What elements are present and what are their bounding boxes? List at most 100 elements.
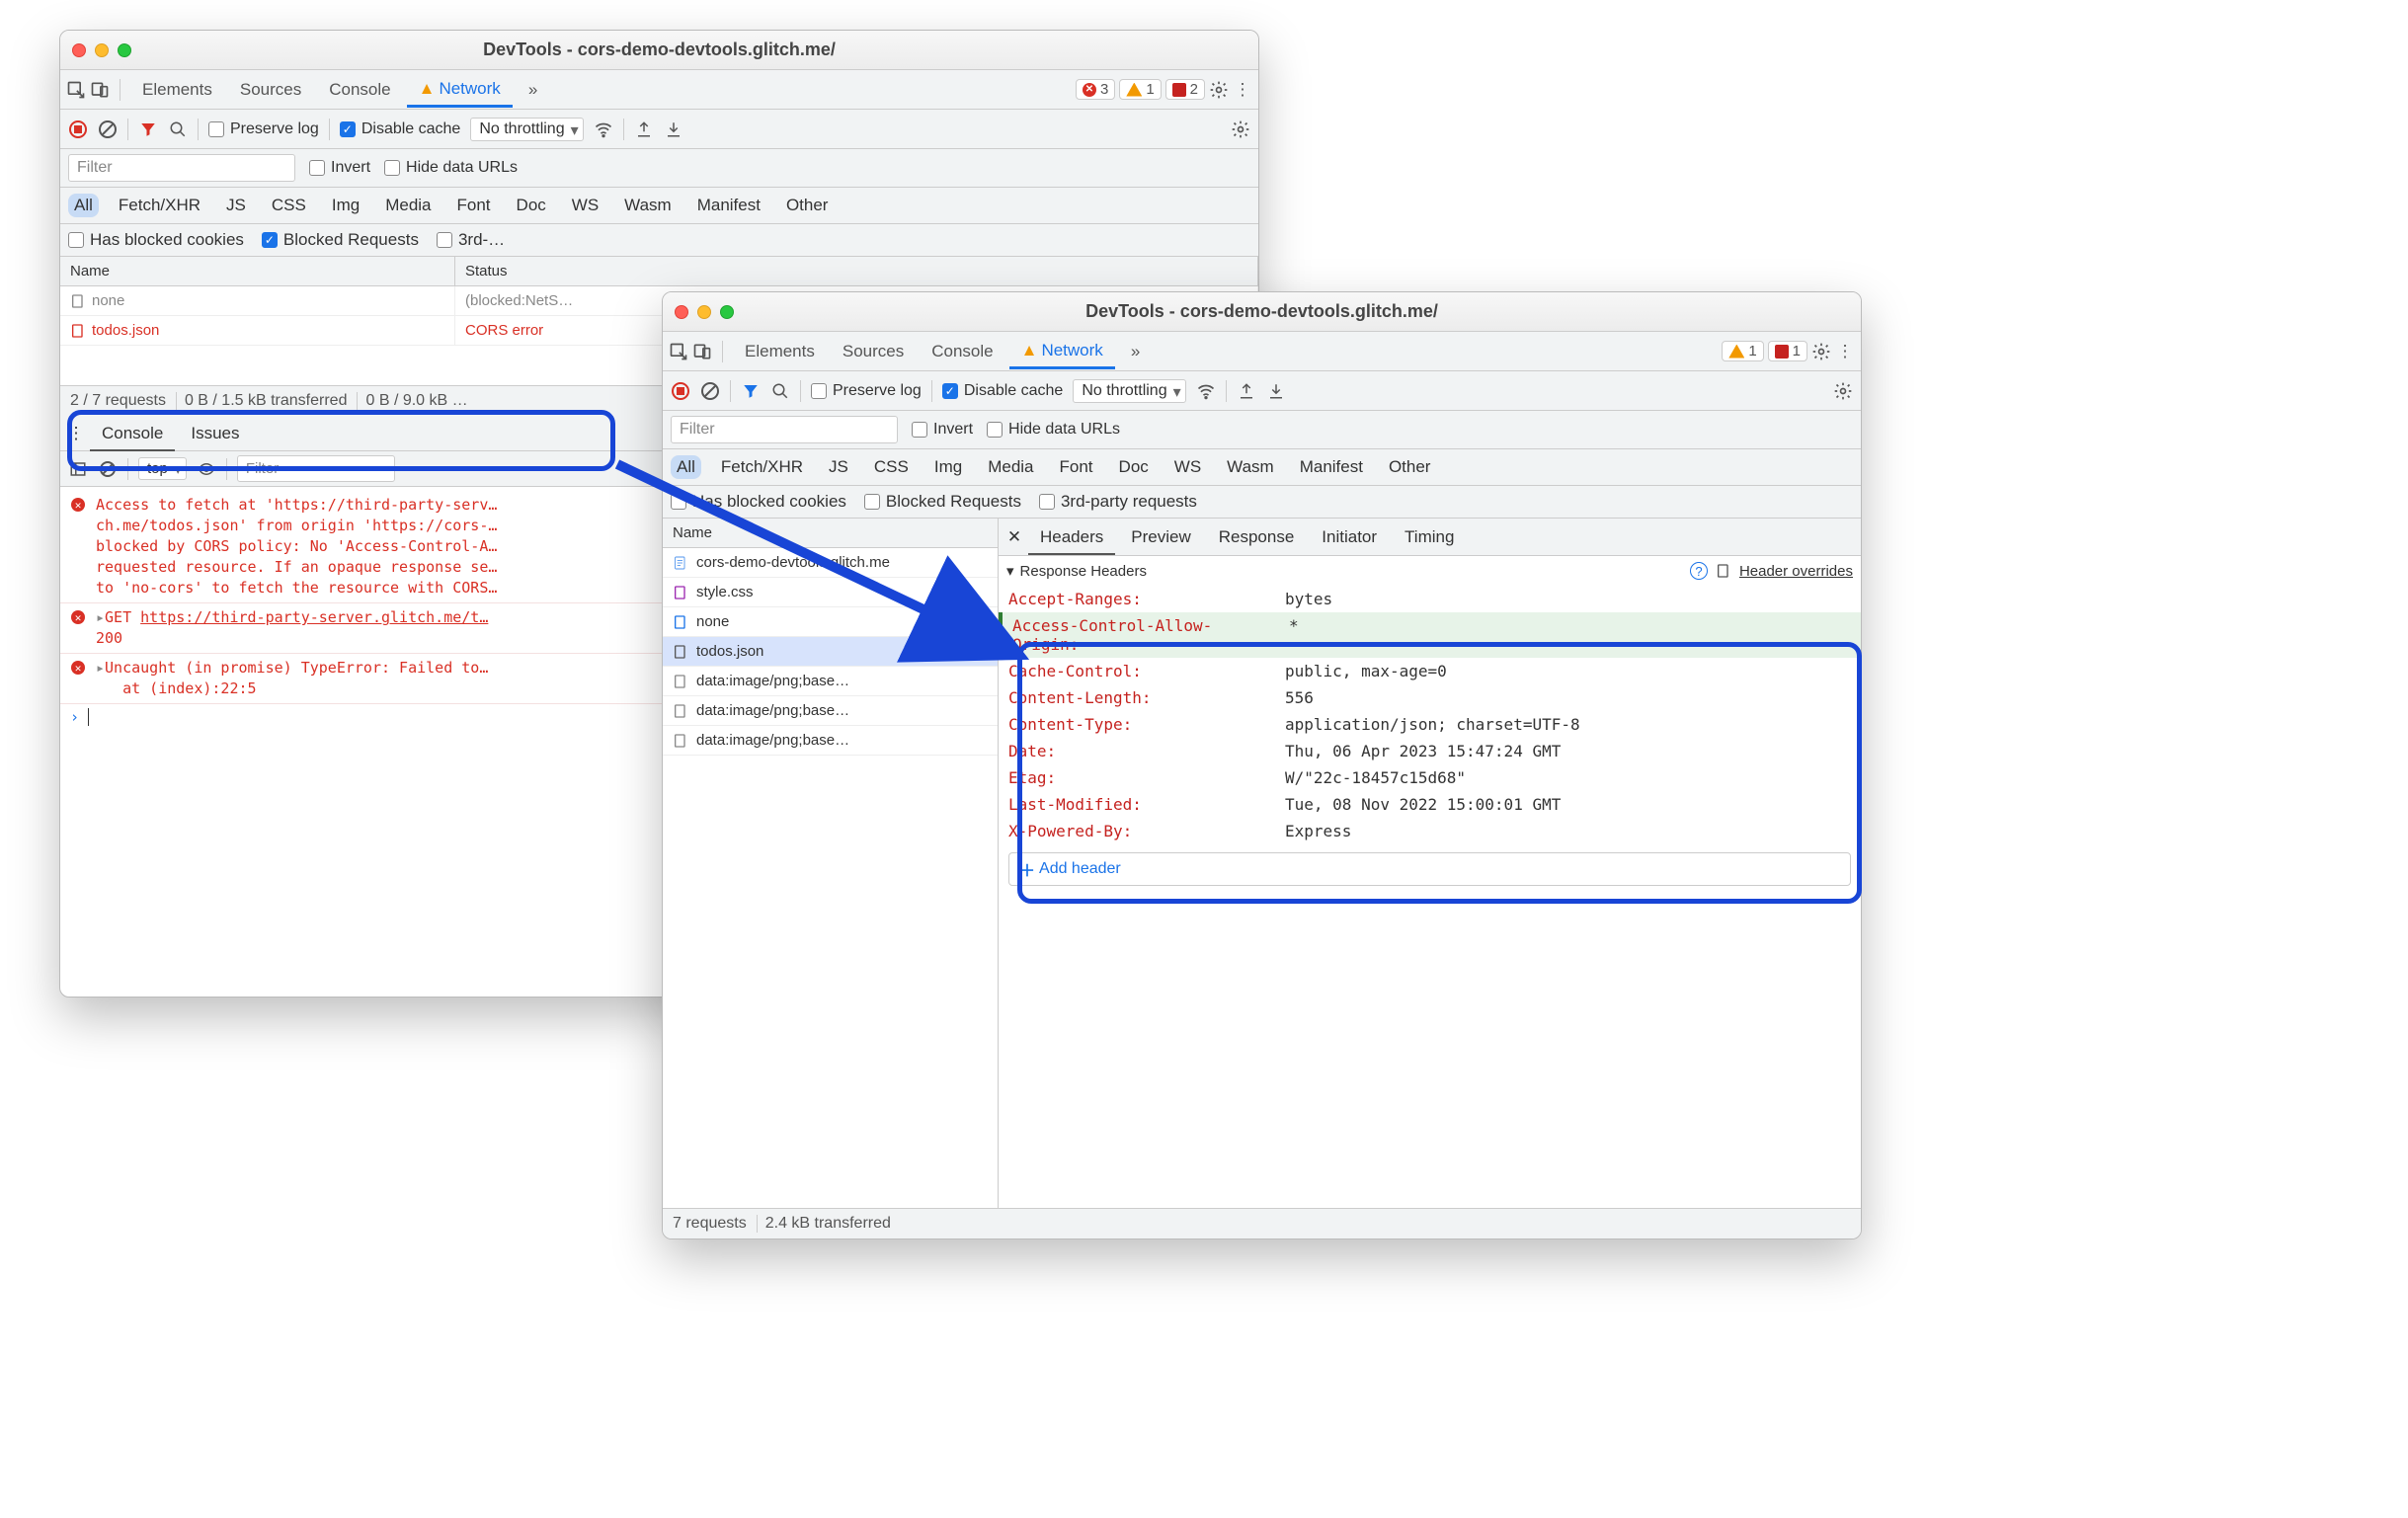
type-media[interactable]: Media: [982, 455, 1039, 479]
type-all[interactable]: All: [671, 455, 701, 479]
close-icon[interactable]: ✕: [1004, 527, 1024, 547]
tab-issues-drawer[interactable]: Issues: [179, 416, 251, 451]
close-icon[interactable]: [72, 43, 86, 57]
type-manifest[interactable]: Manifest: [1294, 455, 1369, 479]
tab-console[interactable]: Console: [920, 334, 1004, 369]
tab-headers[interactable]: Headers: [1028, 519, 1115, 555]
tab-preview[interactable]: Preview: [1119, 519, 1202, 555]
type-css[interactable]: CSS: [266, 194, 312, 217]
throttling-select[interactable]: No throttling: [470, 118, 583, 141]
header-overrides-link[interactable]: Header overrides: [1739, 563, 1853, 580]
type-img[interactable]: Img: [928, 455, 968, 479]
issues-badge[interactable]: 1: [1768, 341, 1807, 361]
inspect-icon[interactable]: [669, 342, 688, 361]
type-css[interactable]: CSS: [868, 455, 915, 479]
tab-elements[interactable]: Elements: [130, 72, 224, 108]
gear-icon[interactable]: [1833, 381, 1853, 401]
minimize-icon[interactable]: [95, 43, 109, 57]
gear-icon[interactable]: [1209, 80, 1229, 100]
device-icon[interactable]: [90, 80, 110, 100]
hide-data-urls-checkbox[interactable]: Hide data URLs: [384, 159, 518, 177]
search-icon[interactable]: [168, 120, 188, 139]
tab-console[interactable]: Console: [317, 72, 402, 108]
col-name[interactable]: Name: [663, 519, 998, 548]
filter-input[interactable]: Filter: [68, 154, 295, 182]
tab-timing[interactable]: Timing: [1393, 519, 1466, 555]
sidebar-icon[interactable]: [68, 459, 88, 479]
type-doc[interactable]: Doc: [511, 194, 552, 217]
type-ws[interactable]: WS: [1168, 455, 1207, 479]
preserve-log-checkbox[interactable]: Preserve log: [811, 382, 922, 400]
titlebar[interactable]: DevTools - cors-demo-devtools.glitch.me/: [663, 292, 1861, 332]
tab-sources[interactable]: Sources: [228, 72, 313, 108]
filter-input[interactable]: Filter: [671, 416, 898, 443]
wifi-icon[interactable]: [1196, 381, 1216, 401]
error-badge[interactable]: ✕3: [1076, 79, 1115, 100]
request-row[interactable]: data:image/png;base…: [663, 726, 998, 756]
tabs-more-icon[interactable]: »: [517, 72, 549, 108]
help-icon[interactable]: ?: [1690, 562, 1708, 580]
disable-cache-checkbox[interactable]: Disable cache: [340, 120, 461, 138]
type-doc[interactable]: Doc: [1113, 455, 1155, 479]
console-filter-input[interactable]: Filter: [237, 455, 395, 482]
header-row[interactable]: Accept-Ranges:bytes: [999, 586, 1861, 612]
zoom-icon[interactable]: [118, 43, 131, 57]
col-status[interactable]: Status: [455, 257, 1258, 286]
add-header-button[interactable]: ＋Add header: [1008, 852, 1851, 886]
clear-icon[interactable]: [98, 459, 118, 479]
tab-console-drawer[interactable]: Console: [90, 416, 175, 451]
live-expr-icon[interactable]: [197, 459, 216, 479]
request-row[interactable]: data:image/png;base…: [663, 667, 998, 696]
gear-icon[interactable]: [1811, 342, 1831, 361]
upload-icon[interactable]: [634, 120, 654, 139]
header-row[interactable]: Date:Thu, 06 Apr 2023 15:47:24 GMT: [999, 738, 1861, 764]
type-all[interactable]: All: [68, 194, 99, 217]
blocked-cookies-checkbox[interactable]: Has blocked cookies: [68, 230, 244, 250]
filter-icon[interactable]: [741, 381, 761, 401]
override-icon[interactable]: [1716, 563, 1731, 579]
tab-network[interactable]: ▲Network: [1009, 333, 1115, 369]
request-row[interactable]: none: [663, 607, 998, 637]
search-icon[interactable]: [770, 381, 790, 401]
type-wasm[interactable]: Wasm: [1221, 455, 1280, 479]
wifi-icon[interactable]: [594, 120, 613, 139]
header-row[interactable]: Access-Control-Allow-Origin:*: [999, 612, 1861, 658]
request-row-selected[interactable]: todos.json: [663, 637, 998, 667]
upload-icon[interactable]: [1237, 381, 1256, 401]
more-icon[interactable]: ⋮: [1835, 342, 1855, 361]
type-other[interactable]: Other: [780, 194, 835, 217]
disable-cache-checkbox[interactable]: Disable cache: [942, 382, 1064, 400]
third-party-checkbox[interactable]: 3rd-…: [437, 230, 505, 250]
type-js[interactable]: JS: [220, 194, 252, 217]
header-row[interactable]: Cache-Control:public, max-age=0: [999, 658, 1861, 684]
type-other[interactable]: Other: [1383, 455, 1437, 479]
response-headers-section[interactable]: ▾ Response Headers ? Header overrides: [999, 556, 1861, 586]
type-manifest[interactable]: Manifest: [691, 194, 766, 217]
clear-icon[interactable]: [98, 120, 118, 139]
request-row[interactable]: todos.json: [60, 316, 455, 346]
header-row[interactable]: Content-Type:application/json; charset=U…: [999, 711, 1861, 738]
blocked-requests-checkbox[interactable]: Blocked Requests: [262, 230, 419, 250]
type-font[interactable]: Font: [1054, 455, 1099, 479]
tab-sources[interactable]: Sources: [831, 334, 916, 369]
device-icon[interactable]: [692, 342, 712, 361]
tab-response[interactable]: Response: [1207, 519, 1307, 555]
preserve-log-checkbox[interactable]: Preserve log: [208, 120, 319, 138]
blocked-cookies-checkbox[interactable]: Has blocked cookies: [671, 492, 846, 512]
hide-data-urls-checkbox[interactable]: Hide data URLs: [987, 421, 1120, 439]
download-icon[interactable]: [664, 120, 683, 139]
request-row[interactable]: none: [60, 286, 455, 316]
context-select[interactable]: top: [138, 457, 187, 480]
tab-elements[interactable]: Elements: [733, 334, 827, 369]
zoom-icon[interactable]: [720, 305, 734, 319]
warning-badge[interactable]: 1: [1119, 79, 1161, 100]
disclosure-icon[interactable]: ▾: [1006, 562, 1014, 580]
type-ws[interactable]: WS: [566, 194, 604, 217]
record-icon[interactable]: [671, 381, 690, 401]
throttling-select[interactable]: No throttling: [1073, 379, 1185, 403]
minimize-icon[interactable]: [697, 305, 711, 319]
type-media[interactable]: Media: [379, 194, 437, 217]
type-fetch[interactable]: Fetch/XHR: [715, 455, 809, 479]
tab-initiator[interactable]: Initiator: [1310, 519, 1389, 555]
request-row[interactable]: cors-demo-devtools.glitch.me: [663, 548, 998, 578]
